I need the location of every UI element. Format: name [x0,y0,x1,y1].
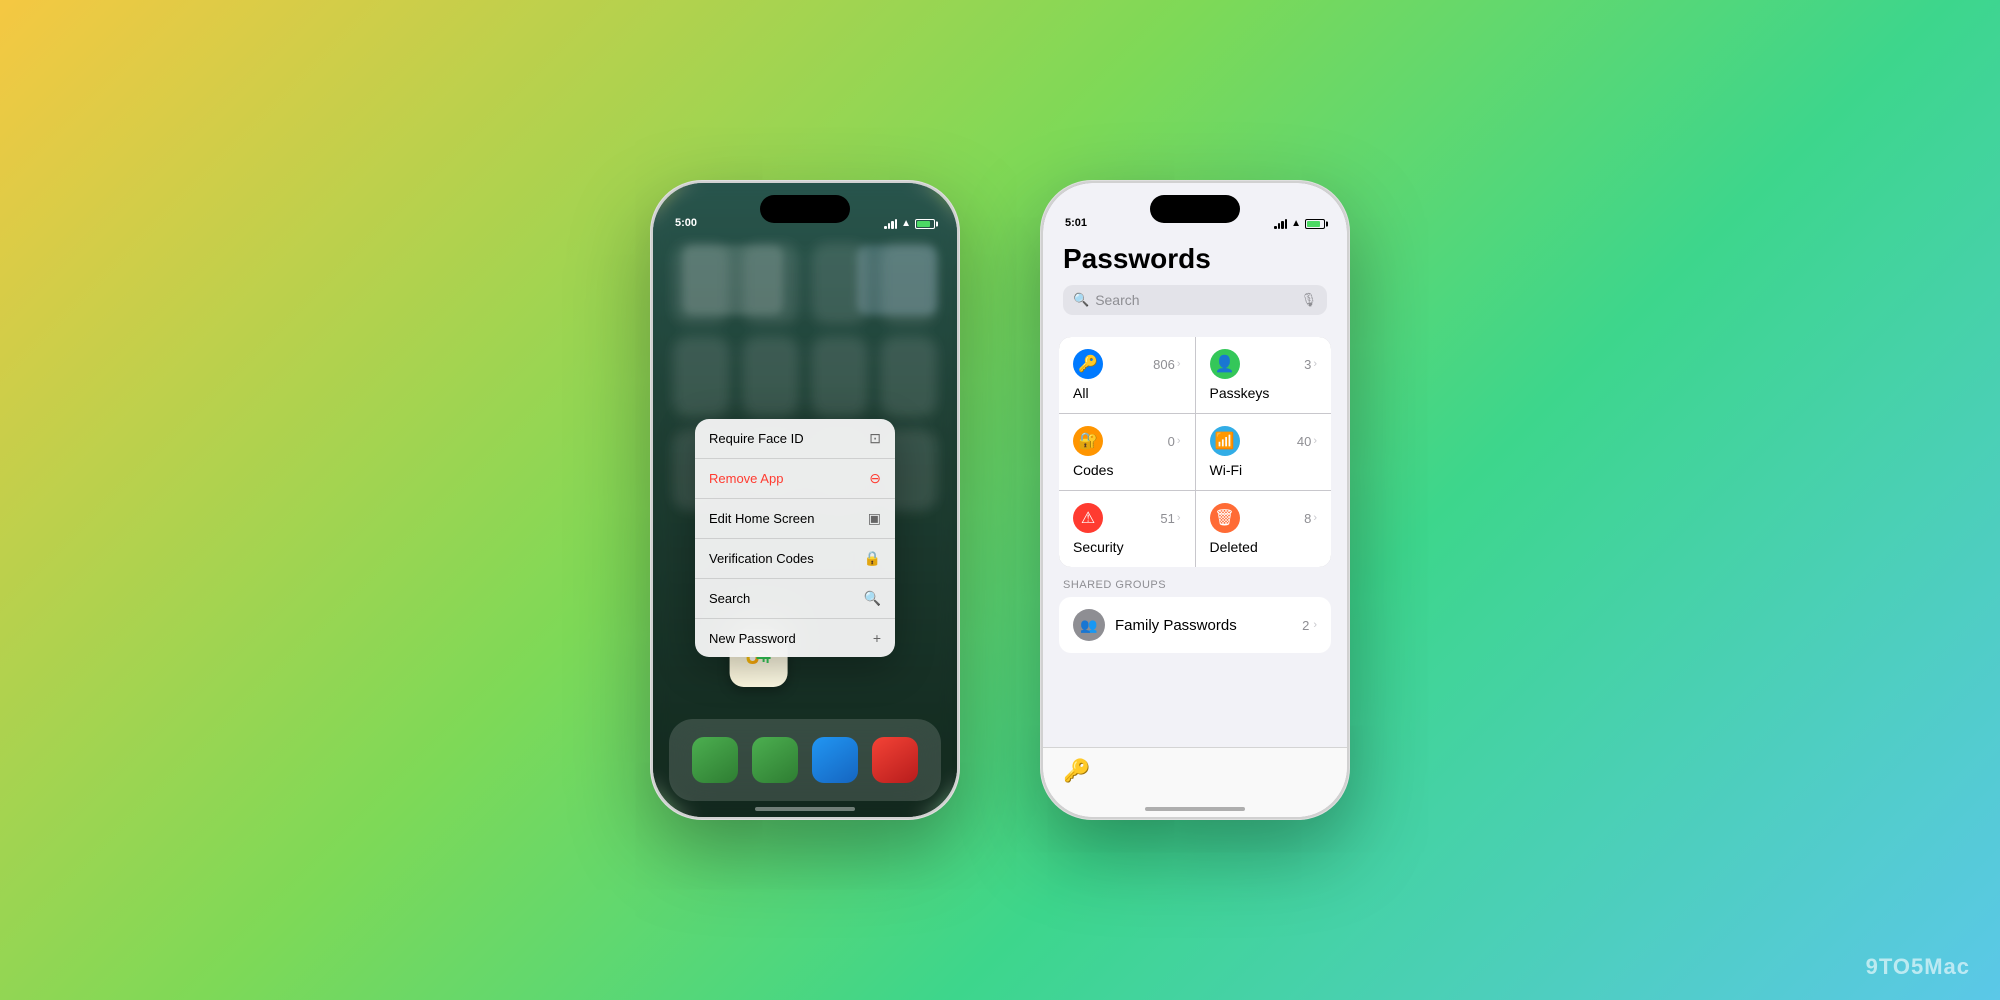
home-indicator-phone2 [1145,807,1245,811]
battery-icon-2 [1305,219,1325,229]
dynamic-island [760,195,850,223]
deleted-label: Deleted [1210,539,1318,555]
security-count: 51 › [1160,511,1180,526]
search-label: Search [709,591,750,606]
search-bar[interactable]: 🔍 Search 🎙 [1063,285,1327,315]
context-edit-home-screen[interactable]: Edit Home Screen ▣ [695,499,895,539]
dock-phone[interactable] [692,737,738,783]
deleted-icon: 🗑 [1210,503,1240,533]
security-label: Security [1073,539,1181,555]
face-id-icon: ⊡ [869,430,881,447]
category-codes-top: 🔐 0 › [1073,426,1181,456]
microphone-icon: 🎙 [1300,292,1317,308]
family-passwords-name: Family Passwords [1115,617,1237,634]
passwords-title: Passwords [1063,243,1327,275]
dock-music[interactable] [872,737,918,783]
edit-home-icon: ▣ [868,510,881,527]
all-icon: 🔑 [1073,349,1103,379]
family-passwords-count: 2 › [1302,618,1317,633]
wifi-count: 40 › [1297,434,1317,449]
context-require-face-id[interactable]: Require Face ID ⊡ [695,419,895,459]
passwords-app: Passwords 🔍 Search 🎙 🔑 806 › [1043,183,1347,817]
phone-1: 5:00 ▲ [650,180,960,820]
phone-2: 5:01 ▲ Passwords 🔍 [1040,180,1350,820]
category-all[interactable]: 🔑 806 › All [1059,337,1195,413]
signal-icon-2 [1274,219,1287,229]
family-passwords-icon: 👥 [1073,609,1105,641]
security-icon: ⚠ [1073,503,1103,533]
time-phone2: 5:01 [1065,217,1087,229]
context-search[interactable]: Search 🔍 [695,579,895,619]
passkeys-icon: 👤 [1210,349,1240,379]
search-icon: 🔍 [864,590,881,607]
status-icons-phone1: ▲ [884,218,935,229]
category-codes[interactable]: 🔐 0 › Codes [1059,414,1195,490]
signal-icon [884,219,897,229]
codes-label: Codes [1073,462,1181,478]
lock-icon: 🔒 [864,550,881,567]
remove-app-label: Remove App [709,471,783,486]
passkeys-label: Passkeys [1210,385,1318,401]
time-phone1: 5:00 [675,217,697,229]
search-bar-icon: 🔍 [1073,292,1089,308]
deleted-count: 8 › [1304,511,1317,526]
context-verification-codes[interactable]: Verification Codes 🔒 [695,539,895,579]
plus-icon: + [873,630,881,646]
home-indicator-phone1 [755,807,855,811]
category-security[interactable]: ⚠ 51 › Security [1059,491,1195,567]
context-remove-app[interactable]: Remove App ⊖ [695,459,895,499]
wifi-label: Wi-Fi [1210,462,1318,478]
category-deleted[interactable]: 🗑 8 › Deleted [1196,491,1332,567]
family-passwords-row[interactable]: 👥 Family Passwords 2 › [1059,597,1331,653]
search-bar-placeholder: Search [1095,292,1139,308]
dock-messages[interactable] [752,737,798,783]
dock-safari[interactable] [812,737,858,783]
wifi-icon: ▲ [901,218,911,229]
passwords-header: Passwords 🔍 Search 🎙 [1043,235,1347,325]
categories-grid: 🔑 806 › All 👤 3 › [1059,337,1331,567]
category-security-top: ⚠ 51 › [1073,503,1181,533]
edit-home-screen-label: Edit Home Screen [709,511,815,526]
passkeys-count: 3 › [1304,357,1317,372]
require-face-id-label: Require Face ID [709,431,804,446]
category-passkeys-top: 👤 3 › [1210,349,1318,379]
context-menu: Require Face ID ⊡ Remove App ⊖ Edit Home… [695,419,895,657]
category-wifi[interactable]: 📶 40 › Wi-Fi [1196,414,1332,490]
category-passkeys[interactable]: 👤 3 › Passkeys [1196,337,1332,413]
codes-icon: 🔐 [1073,426,1103,456]
category-deleted-top: 🗑 8 › [1210,503,1318,533]
verification-codes-label: Verification Codes [709,551,814,566]
new-password-label: New Password [709,631,796,646]
watermark: 9TO5Mac [1866,954,1970,980]
status-icons-phone2: ▲ [1274,218,1325,229]
remove-icon: ⊖ [869,470,881,487]
shared-groups-label: SHARED GROUPS [1043,579,1347,591]
codes-count: 0 › [1168,434,1181,449]
dynamic-island-2 [1150,195,1240,223]
context-new-password[interactable]: New Password + [695,619,895,657]
all-count: 806 › [1153,357,1180,372]
wifi-cat-icon: 📶 [1210,426,1240,456]
battery-icon [915,219,935,229]
category-all-top: 🔑 806 › [1073,349,1181,379]
family-passwords-left: 👥 Family Passwords [1073,609,1237,641]
wifi-icon-2: ▲ [1291,218,1301,229]
all-label: All [1073,385,1181,401]
passwords-tab-icon[interactable]: 🔑 [1063,758,1091,786]
category-wifi-top: 📶 40 › [1210,426,1318,456]
dock [669,719,941,801]
